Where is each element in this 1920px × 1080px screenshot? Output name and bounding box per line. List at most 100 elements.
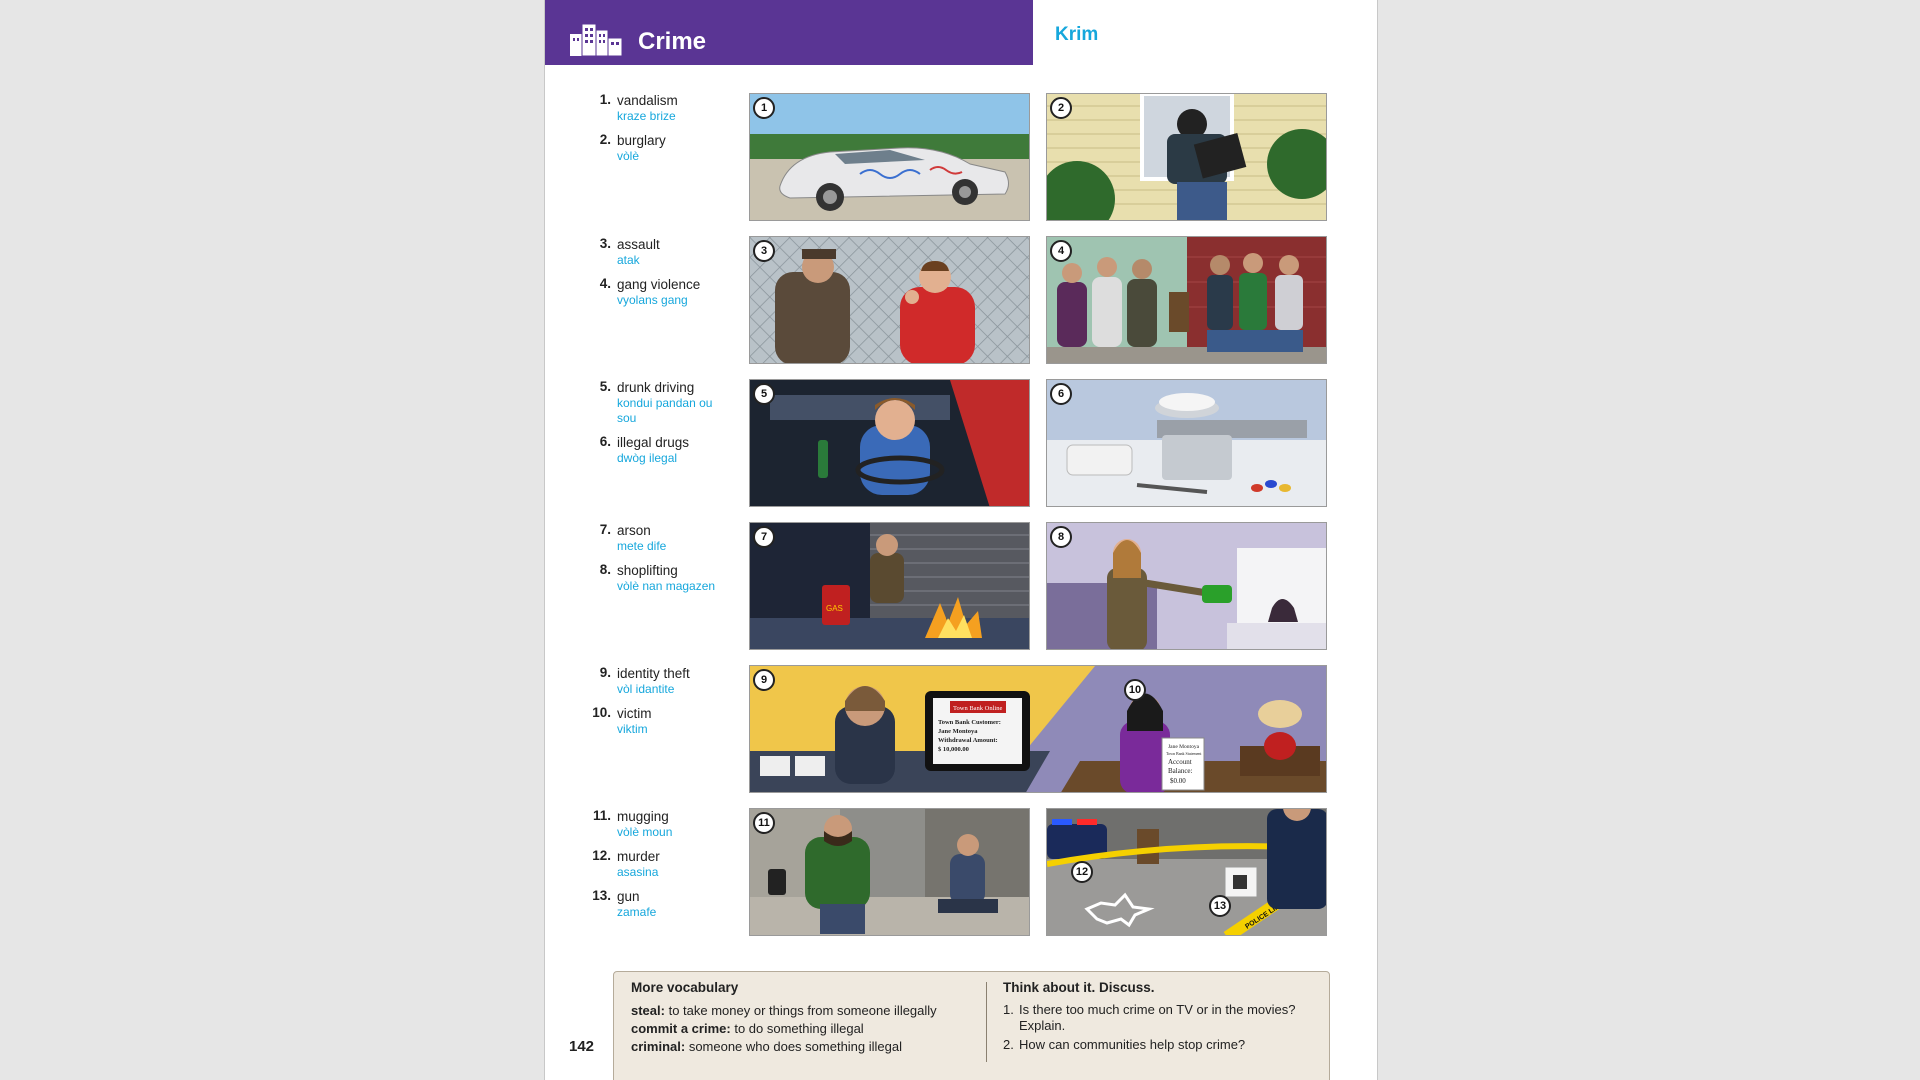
bank-screen-line: Town Bank Customer: [938,719,1001,726]
vocab-translation: vyolans gang [617,293,688,307]
vocab-word: arson [617,523,651,538]
illustration-vandalism: 1 [749,93,1030,221]
vocab-group-1: 1. vandalism kraze brize 2. burglary vòlè [583,92,723,172]
illustration-drunk-driving: 5 [749,379,1030,507]
vocab-number: 5. [599,379,611,394]
picture-number-badge: 9 [753,669,775,691]
illustration-arson: GAS 7 [749,522,1030,650]
vocab-number: 10. [592,705,611,720]
vocab-translation: vòlè moun [617,825,673,839]
more-vocabulary-title: More vocabulary [631,980,739,995]
vocab-translation: viktim [617,722,648,736]
vocab-group-4: 7. arson mete dife 8. shoplifting vòlè nan… [583,522,723,602]
chapter-title: Crime [638,28,707,55]
illustration-shoplifting: 8 [1046,522,1327,650]
vocab-group-2: 3. assault atak 4. gang violence vyolans g… [583,236,723,316]
vocab-item: 5. drunk driving kondui pandan ou sou [583,379,723,426]
vocab-translation: dwòg ilegal [617,451,678,465]
vocab-item: 2. burglary vòlè [583,132,723,164]
more-vocabulary-section: More vocabulary steal: to take money or … [631,980,981,1056]
textbook-page: Crime Krim 1. vandalism kraze brize 2. bu… [544,0,1378,1080]
gas-can-label: GAS [826,604,843,613]
statement-line: Town Bank Statement [1166,751,1202,756]
vocab-item: 10. victim viktim [583,705,723,737]
definition-term: criminal: [631,1039,686,1054]
vocab-item: 7. arson mete dife [583,522,723,554]
picture-number-badge: 12 [1071,861,1093,883]
bank-screen-line: Jane Montoya [938,728,978,735]
vocab-number: 2. [599,132,611,147]
illustration-burglary: 2 [1046,93,1327,221]
illustration-identity-theft-victim: Town Bank Online Town Bank Customer: Jan… [749,665,1327,793]
vocab-translation: asasina [617,865,659,879]
vocab-translation: zamafe [617,905,657,919]
vocab-word: victim [617,706,652,721]
illustration-mugging: 11 [749,808,1030,936]
definition-text: to do something illegal [734,1021,864,1036]
vocab-item: 9. identity theft vòl idantite [583,665,723,697]
header-band: Crime [545,0,1033,65]
illustration-assault: 3 [749,236,1030,364]
vocab-translation: vòlè nan magazen [617,579,716,593]
vocab-word: gun [617,889,640,904]
vocab-word: murder [617,849,660,864]
question-number: 2. [1003,1037,1014,1052]
vocab-item: 1. vandalism kraze brize [583,92,723,124]
vocab-group-6: 11. mugging vòlè moun 12. murder asasina 1… [583,808,723,928]
bank-screen-line: Withdrawal Amount: [938,737,998,744]
vocab-group-5: 9. identity theft vòl idantite 10. victim… [583,665,723,745]
vocab-number: 12. [592,848,611,863]
picture-number-badge: 7 [753,526,775,548]
vocab-word: gang violence [617,277,701,292]
question-text: Is there too much crime on TV or in the … [1019,1002,1296,1033]
chapter-title-translation: Krim [1055,24,1099,45]
picture-number-badge: 11 [753,812,775,834]
picture-number-badge: 10 [1124,679,1146,701]
picture-number-badge: 6 [1050,383,1072,405]
picture-number-badge: 8 [1050,526,1072,548]
vocab-item: 6. illegal drugs dwòg ilegal [583,434,723,466]
picture-number-badge: 1 [753,97,775,119]
bank-screen-title: Town Bank Online [953,705,1002,712]
vocab-word: identity theft [617,666,690,681]
bank-screen-line: $ 10,000.00 [938,746,969,753]
definition-text: someone who does something illegal [688,1039,902,1054]
vocab-number: 9. [599,665,611,680]
vocab-translation: mete dife [617,539,667,553]
vocab-number: 13. [592,888,611,903]
vocab-number: 3. [599,236,611,251]
vocab-translation: vòlè [617,149,640,163]
discussion-question: 1. Is there too much crime on TV or in t… [1003,1002,1313,1034]
vocab-word: vandalism [617,93,678,108]
picture-number-badge: 5 [753,383,775,405]
statement-line: Balance: [1168,767,1193,775]
vocab-word: illegal drugs [617,435,690,450]
vocab-word: burglary [617,133,666,148]
vocab-word: shoplifting [617,563,678,578]
vocab-number: 7. [599,522,611,537]
definition-term: steal: [631,1003,665,1018]
question-number: 1. [1003,1002,1014,1017]
picture-number-badge: 4 [1050,240,1072,262]
vocab-item: 12. murder asasina [583,848,723,880]
vocab-translation: vòl idantite [617,682,675,696]
statement-line: $0.00 [1170,777,1186,785]
illustration-illegal-drugs: 6 [1046,379,1327,507]
discussion-title: Think about it. Discuss. [1003,980,1155,995]
definition-line: steal: to take money or things from some… [631,1002,981,1020]
page-number: 142 [569,1038,595,1055]
vocab-translation: atak [617,253,640,267]
picture-number-badge: 2 [1050,97,1072,119]
vocab-item: 4. gang violence vyolans gang [583,276,723,308]
definition-line: criminal: someone who does something ill… [631,1038,981,1056]
vocab-translation: kondui pandan ou sou [617,396,713,425]
vocab-number: 8. [599,562,611,577]
vocab-number: 6. [599,434,611,449]
illustration-gang-violence: 4 [1046,236,1327,364]
statement-line: Account [1168,758,1192,766]
vocab-translation: kraze brize [617,109,676,123]
definition-line: commit a crime: to do something illegal [631,1020,981,1038]
vocab-number: 11. [592,808,611,823]
box-divider [986,982,987,1062]
vocab-word: mugging [617,809,669,824]
